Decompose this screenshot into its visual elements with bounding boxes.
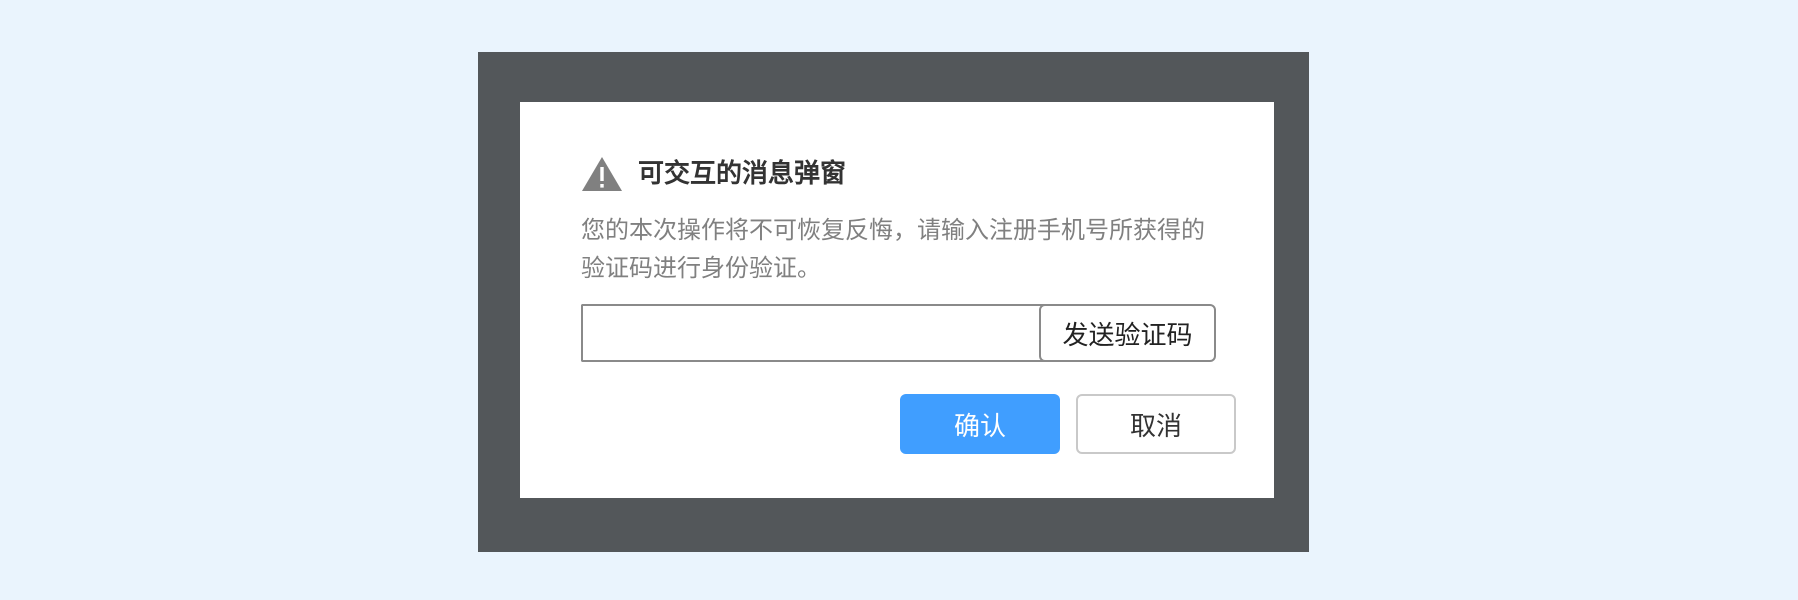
message-dialog: 可交互的消息弹窗 您的本次操作将不可恢复反悔，请输入注册手机号所获得的验证码进行…	[520, 102, 1274, 498]
dialog-message: 您的本次操作将不可恢复反悔，请输入注册手机号所获得的验证码进行身份验证。	[581, 216, 1205, 282]
dialog-header: 可交互的消息弹窗	[581, 154, 846, 194]
modal-overlay: 可交互的消息弹窗 您的本次操作将不可恢复反悔，请输入注册手机号所获得的验证码进行…	[478, 52, 1309, 552]
send-code-button[interactable]: 发送验证码	[1039, 304, 1216, 362]
warning-icon	[581, 156, 623, 192]
dialog-title: 可交互的消息弹窗	[638, 159, 847, 189]
verification-code-input[interactable]	[581, 304, 1051, 362]
confirm-button[interactable]: 确认	[900, 394, 1060, 454]
cancel-button[interactable]: 取消	[1076, 394, 1236, 454]
